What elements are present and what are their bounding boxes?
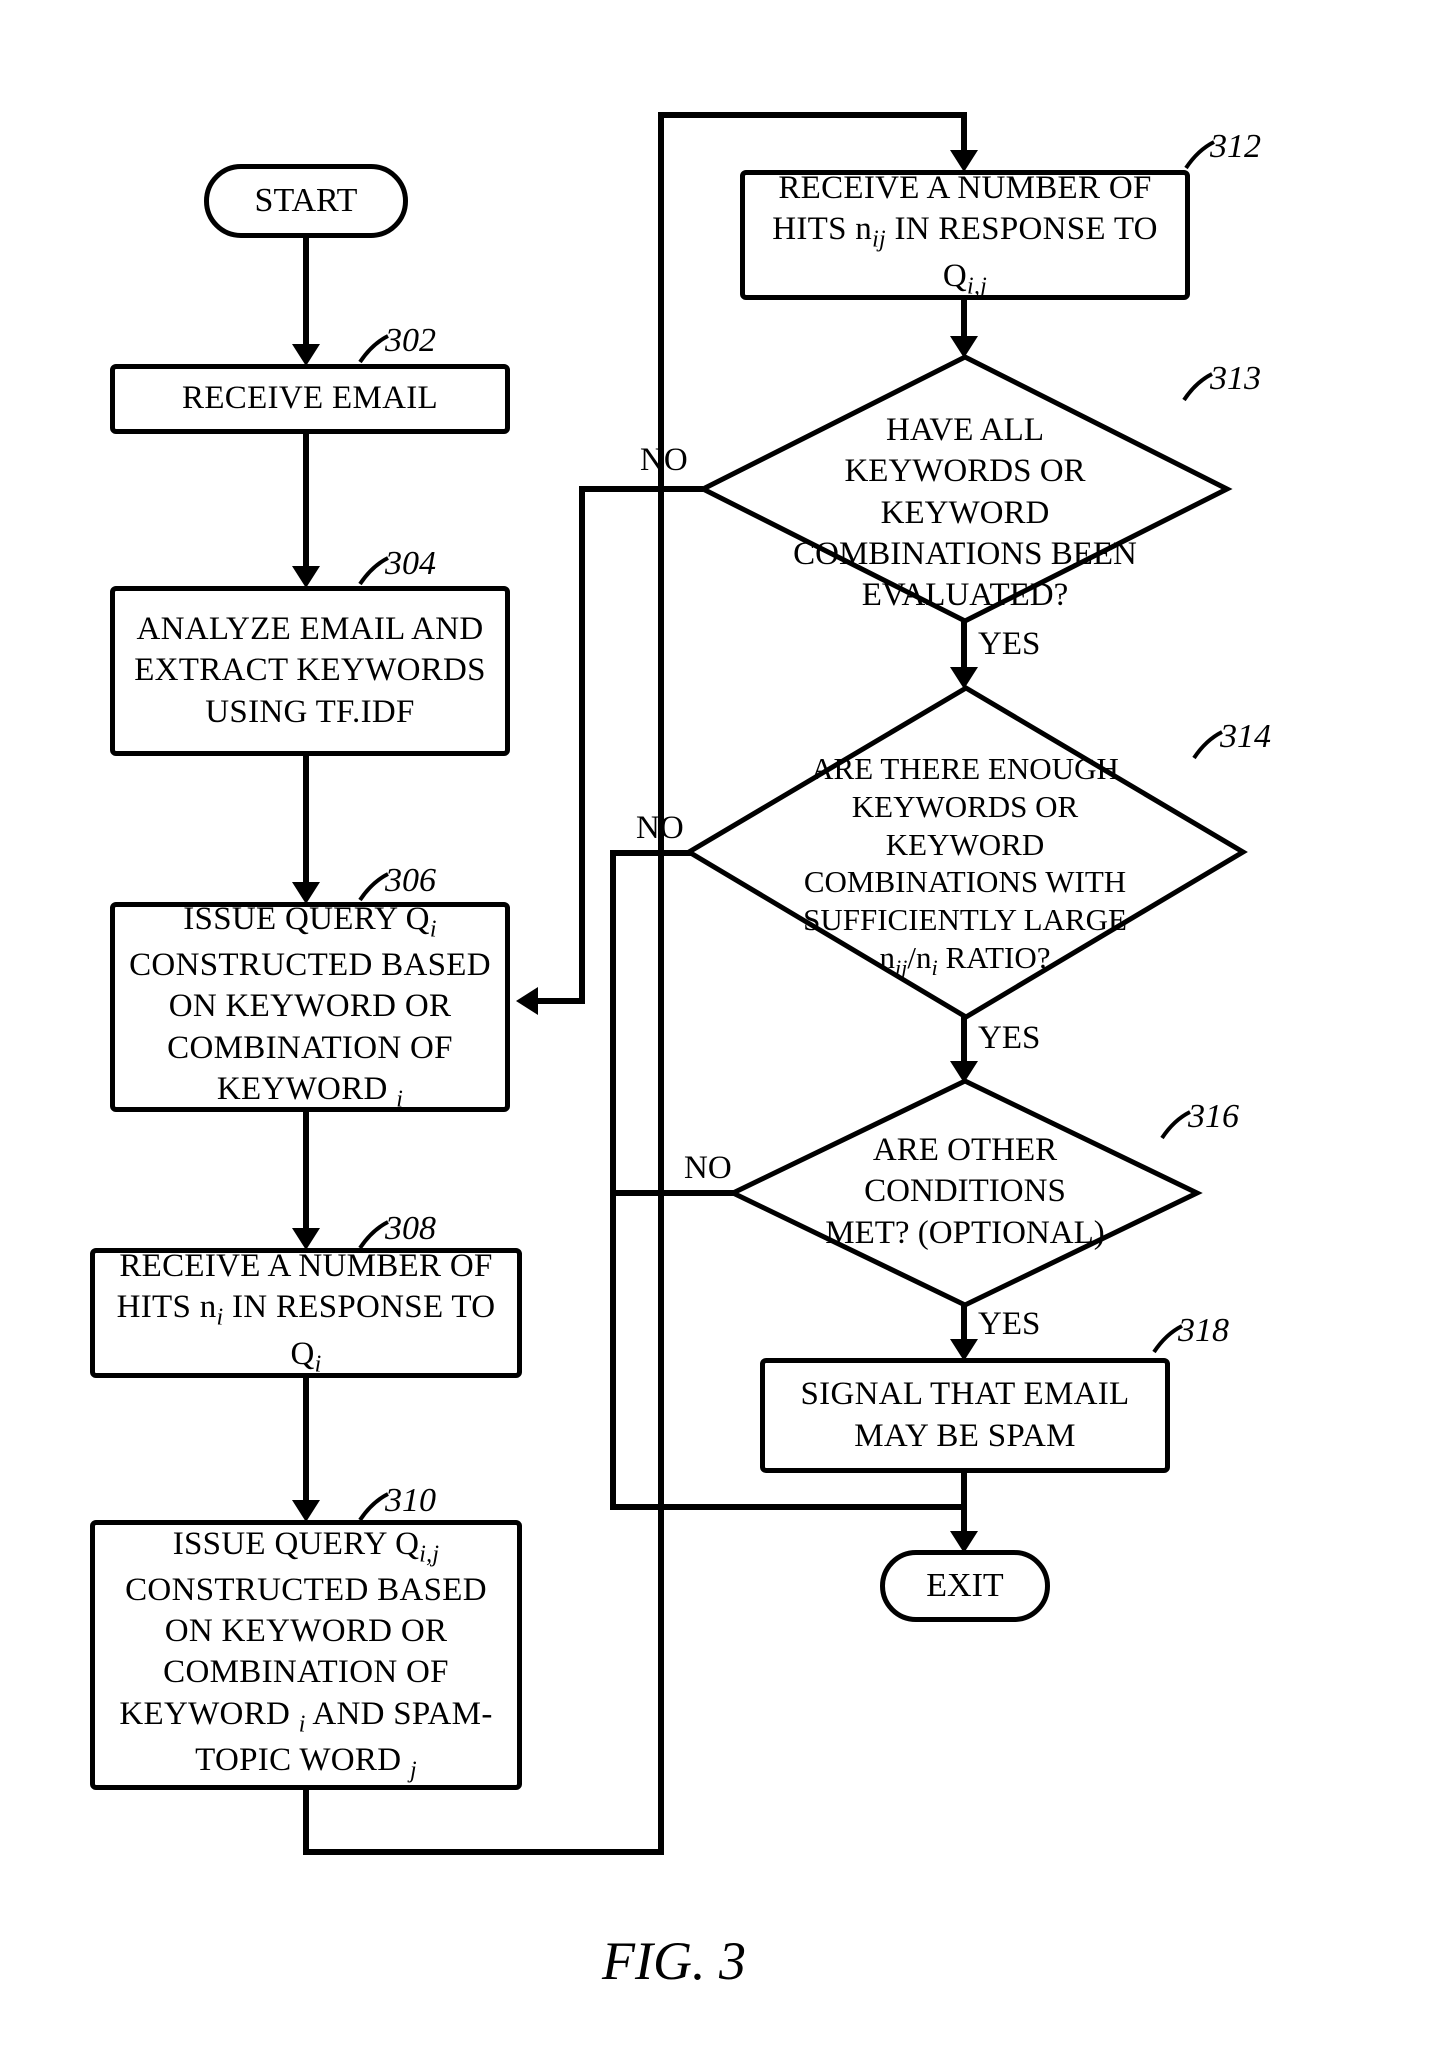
- step-304-num: 304: [385, 545, 436, 583]
- step-316-num: 316: [1188, 1098, 1239, 1136]
- figure-caption: FIG. 3: [602, 1930, 746, 1992]
- decision-316-no: NO: [684, 1150, 732, 1187]
- decision-313-no: NO: [640, 442, 688, 479]
- step-310-text: ISSUE QUERY Qi,j CONSTRUCTED BASED ON KE…: [105, 1524, 507, 1787]
- step-316-text: ARE OTHER CONDITIONS MET? (OPTIONAL): [825, 1132, 1105, 1251]
- step-313-text: HAVE ALL KEYWORDS OR KEYWORD COMBINATION…: [793, 412, 1137, 613]
- step-304: ANALYZE EMAIL AND EXTRACT KEYWORDS USING…: [110, 586, 510, 756]
- step-308-text: RECEIVE A NUMBER OF HITS ni IN RESPONSE …: [105, 1246, 507, 1380]
- decision-316-yes: YES: [978, 1306, 1040, 1343]
- step-312: RECEIVE A NUMBER OF HITS nij IN RESPONSE…: [740, 170, 1190, 300]
- step-318-text: SIGNAL THAT EMAIL MAY BE SPAM: [775, 1374, 1155, 1457]
- exit-label: EXIT: [926, 1567, 1003, 1605]
- step-312-text: RECEIVE A NUMBER OF HITS nij IN RESPONSE…: [755, 168, 1175, 302]
- step-310: ISSUE QUERY Qi,j CONSTRUCTED BASED ON KE…: [90, 1520, 522, 1790]
- step-314-num: 314: [1220, 718, 1271, 756]
- step-313-num: 313: [1210, 360, 1261, 398]
- step-302: RECEIVE EMAIL: [110, 364, 510, 434]
- step-302-text: RECEIVE EMAIL: [182, 378, 438, 419]
- step-308: RECEIVE A NUMBER OF HITS ni IN RESPONSE …: [90, 1248, 522, 1378]
- step-306: ISSUE QUERY Qi CONSTRUCTED BASED ON KEYW…: [110, 902, 510, 1112]
- step-314-text: ARE THERE ENOUGH KEYWORDS OR KEYWORD COM…: [803, 751, 1127, 975]
- decision-314-no: NO: [636, 810, 684, 847]
- exit-node: EXIT: [880, 1550, 1050, 1622]
- step-306-text: ISSUE QUERY Qi CONSTRUCTED BASED ON KEYW…: [125, 899, 495, 1115]
- step-318: SIGNAL THAT EMAIL MAY BE SPAM: [760, 1358, 1170, 1473]
- step-302-num: 302: [385, 322, 436, 360]
- step-310-num: 310: [385, 1482, 436, 1520]
- start-node: START: [204, 164, 408, 238]
- step-306-num: 306: [385, 862, 436, 900]
- decision-313-yes: YES: [978, 626, 1040, 663]
- step-304-text: ANALYZE EMAIL AND EXTRACT KEYWORDS USING…: [125, 609, 495, 733]
- flowchart-canvas: START 302 RECEIVE EMAIL 304 ANALYZE EMAI…: [0, 0, 1434, 2066]
- decision-314-yes: YES: [978, 1020, 1040, 1057]
- start-label: START: [255, 182, 358, 220]
- step-308-num: 308: [385, 1210, 436, 1248]
